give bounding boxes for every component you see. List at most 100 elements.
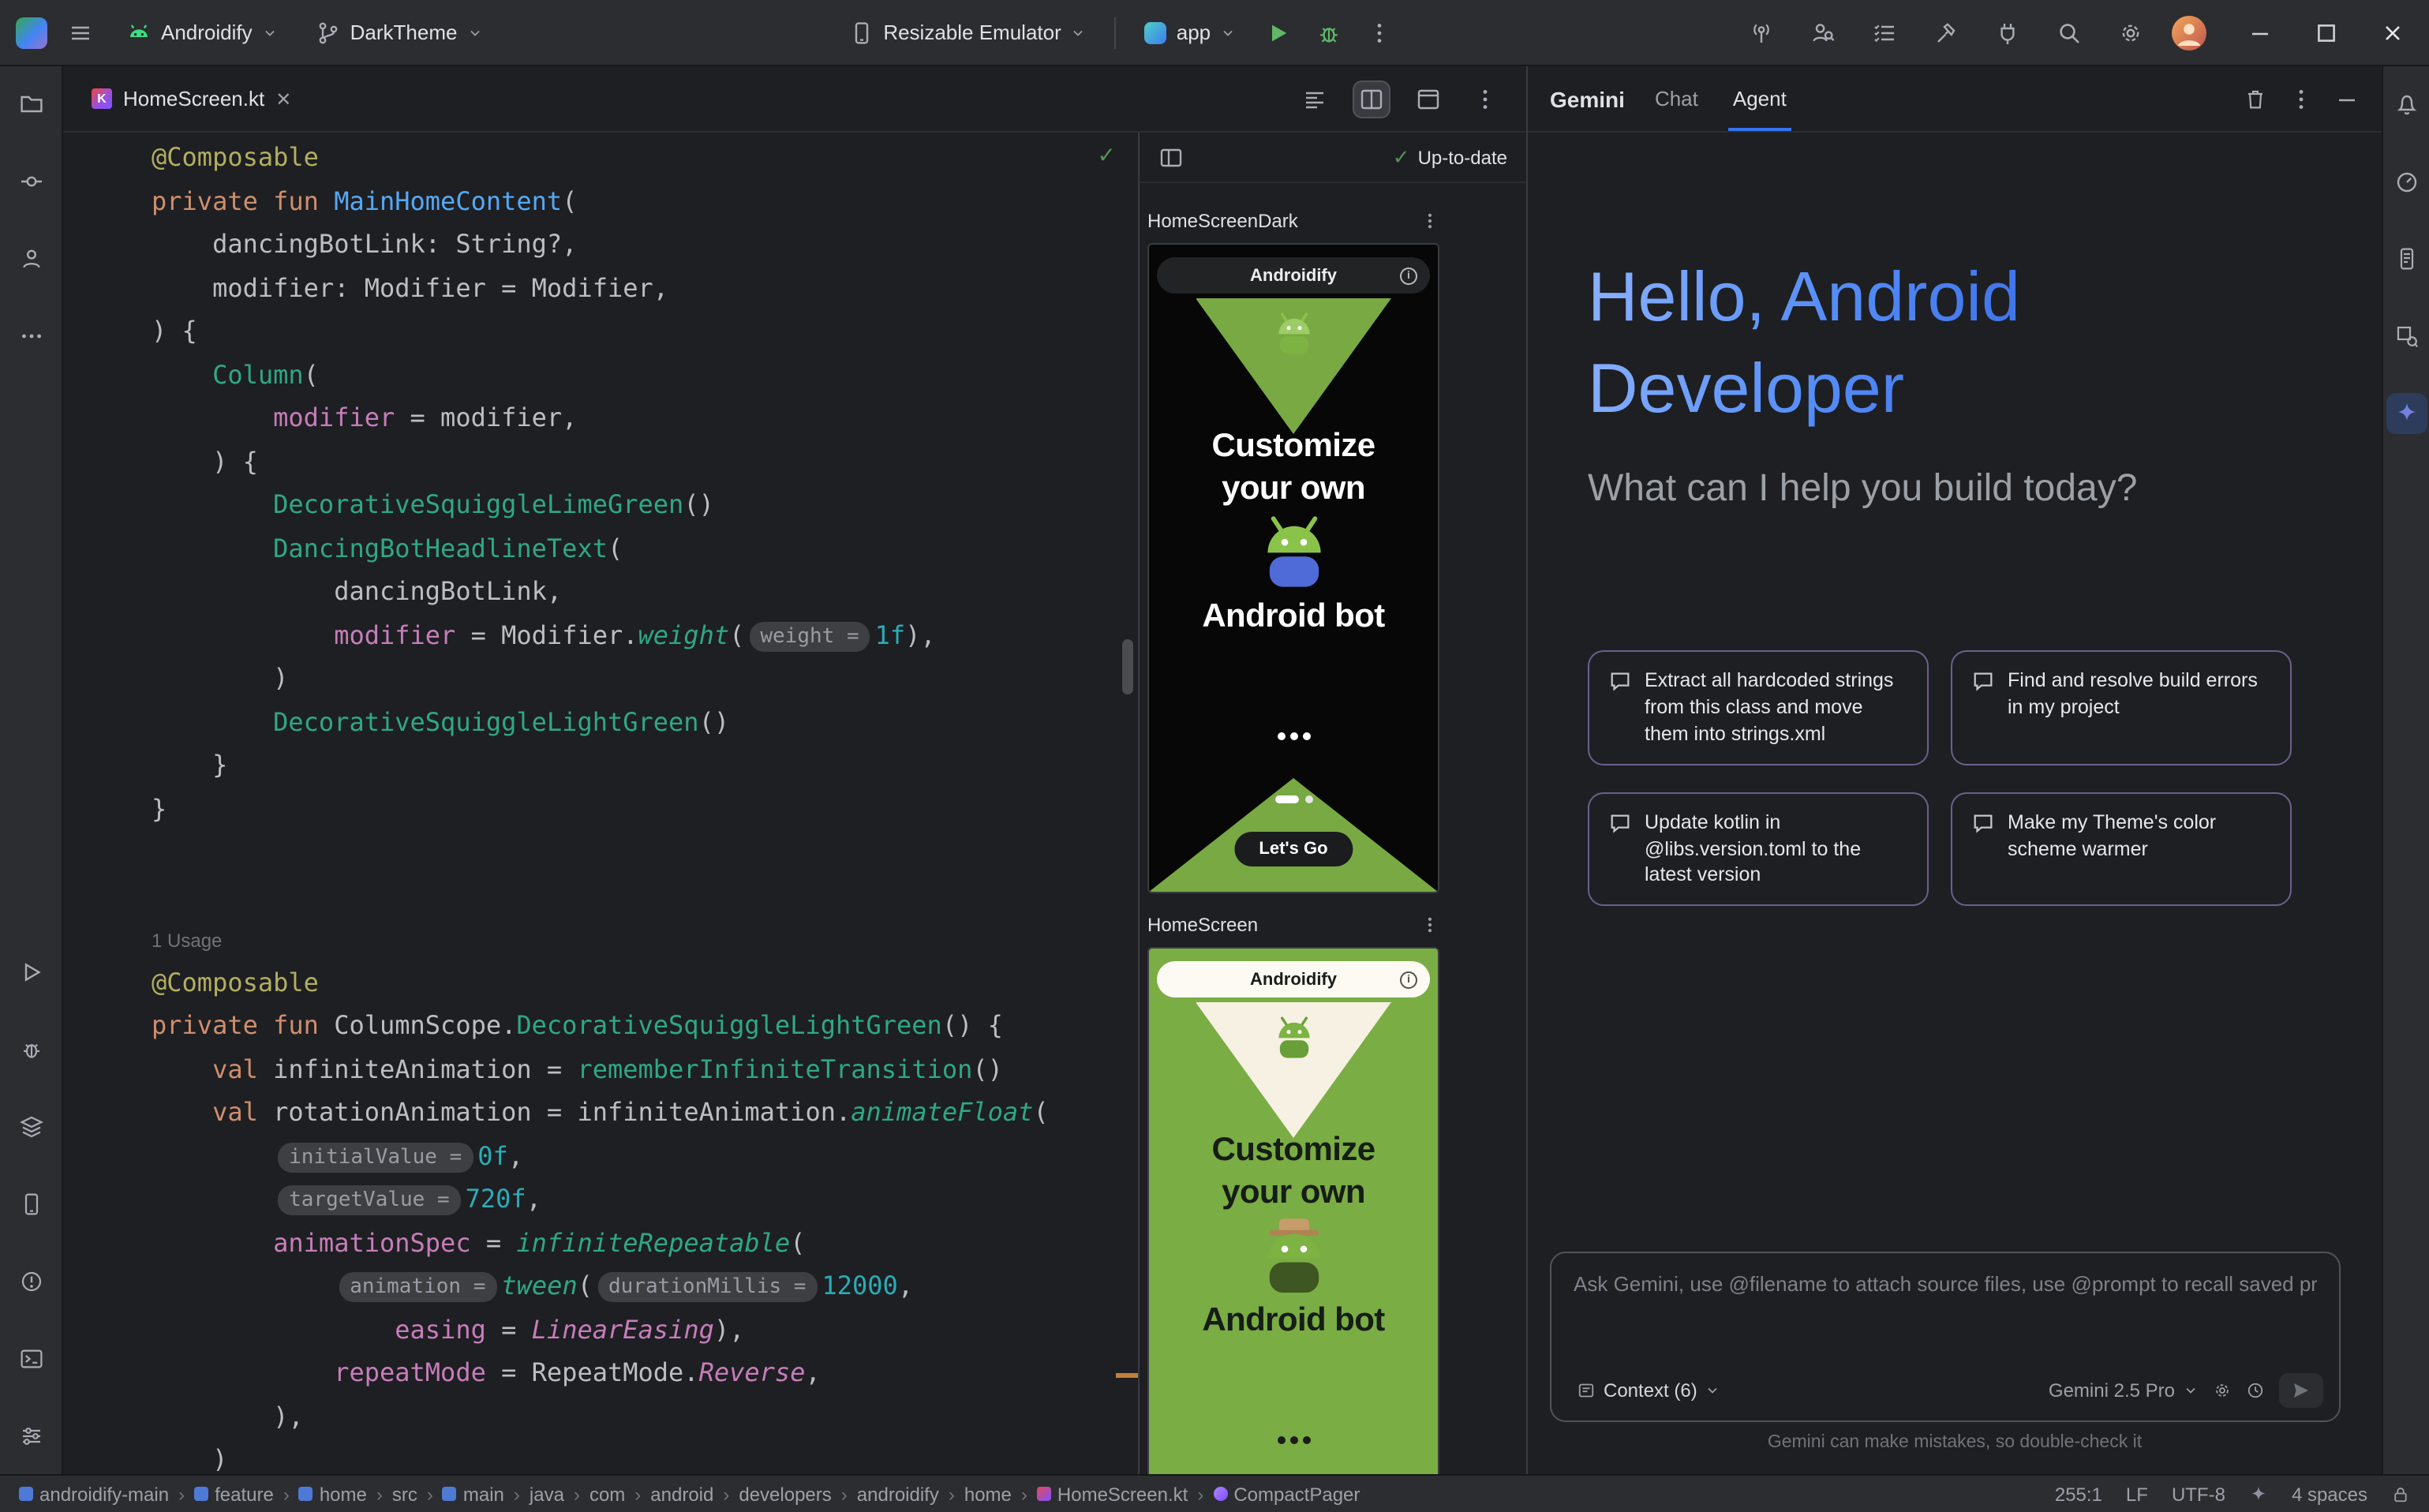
terminal-tool-button[interactable] xyxy=(10,1338,51,1379)
caret-position[interactable]: 255:1 xyxy=(2055,1483,2102,1505)
code-line[interactable]: ) xyxy=(152,657,1103,700)
profiler-tool-button[interactable] xyxy=(2386,161,2427,202)
layout-inspector-tool-button[interactable] xyxy=(2386,316,2427,357)
code-line[interactable]: Column( xyxy=(152,353,1103,396)
settings-button[interactable] xyxy=(2110,12,2151,53)
more-run-actions-button[interactable] xyxy=(1359,12,1400,53)
code-line[interactable]: dancingBotLink, xyxy=(152,570,1103,613)
trash-icon[interactable] xyxy=(2243,86,2268,111)
editor-options-button[interactable] xyxy=(1466,80,1504,118)
preview-homescreen[interactable]: Androidify Customize your own Android bo… xyxy=(1147,947,1439,1474)
send-button[interactable] xyxy=(2279,1373,2323,1408)
code-review-button[interactable] xyxy=(1802,12,1843,53)
code-line[interactable] xyxy=(152,830,1103,874)
device-explorer-tool-button[interactable] xyxy=(2386,238,2427,279)
code-line[interactable]: ) { xyxy=(152,309,1103,353)
editor-scrollbar[interactable] xyxy=(1122,639,1133,694)
code-line[interactable]: modifier = Modifier.weight(weight =1f), xyxy=(152,613,1103,657)
breadcrumb-item[interactable]: src xyxy=(392,1483,417,1505)
run-config-selector[interactable]: app xyxy=(1132,13,1248,52)
context-selector[interactable]: Context (6) xyxy=(1567,1375,1731,1406)
code-line[interactable]: DecorativeSquiggleLightGreen() xyxy=(152,700,1103,743)
lets-go-button[interactable]: Let's Go xyxy=(1233,832,1353,866)
breadcrumb-item[interactable]: developers xyxy=(739,1483,831,1505)
services-tool-button[interactable] xyxy=(10,1416,51,1457)
breadcrumb-item[interactable]: home xyxy=(299,1483,367,1505)
breadcrumb-item[interactable]: home xyxy=(964,1483,1012,1505)
maximize-button[interactable] xyxy=(2306,12,2347,53)
task-list-button[interactable] xyxy=(1864,12,1905,53)
preview-homescreendark[interactable]: Androidify Customize your own Android bo… xyxy=(1147,243,1439,893)
more-vert-icon[interactable] xyxy=(2289,86,2314,111)
breadcrumb-item[interactable]: main xyxy=(443,1483,504,1505)
code-line[interactable]: easing = LinearEasing), xyxy=(152,1308,1103,1351)
main-menu-button[interactable] xyxy=(60,12,101,53)
code-line[interactable]: animationSpec = infiniteRepeatable( xyxy=(152,1221,1103,1264)
notifications-button[interactable] xyxy=(2386,84,2427,125)
file-encoding[interactable]: UTF-8 xyxy=(2172,1483,2225,1505)
code-line[interactable]: } xyxy=(152,787,1103,830)
code-line[interactable]: ), xyxy=(152,1394,1103,1438)
ai-spark-icon[interactable] xyxy=(2249,1484,2268,1503)
device-manager-tool-button[interactable] xyxy=(10,1184,51,1225)
split-view-button[interactable] xyxy=(1353,80,1390,118)
suggestion-card-extract-strings[interactable]: Extract all hardcoded strings from this … xyxy=(1588,650,1929,765)
app-insights-tool-button[interactable] xyxy=(10,1029,51,1070)
user-avatar[interactable] xyxy=(2172,15,2206,50)
code-editor[interactable]: @Composableprivate fun MainHomeContent( … xyxy=(63,133,1138,1474)
run-button[interactable] xyxy=(1258,12,1299,53)
device-selector[interactable]: Resizable Emulator xyxy=(836,12,1098,53)
code-line[interactable]: @Composable xyxy=(152,136,1103,179)
indent-setting[interactable]: 4 spaces xyxy=(2292,1483,2367,1505)
model-selector[interactable]: Gemini 2.5 Pro xyxy=(2049,1379,2199,1402)
minimize-button[interactable] xyxy=(2240,12,2281,53)
code-line[interactable]: 1 Usage xyxy=(152,917,1103,960)
breadcrumb-item[interactable]: CompactPager xyxy=(1213,1483,1360,1505)
history-clock-icon[interactable] xyxy=(2246,1381,2265,1400)
build-variants-tool-button[interactable] xyxy=(10,1106,51,1147)
more-tool-windows-button[interactable] xyxy=(10,316,51,357)
commit-tool-button[interactable] xyxy=(10,161,51,202)
code-line[interactable]: modifier = modifier, xyxy=(152,396,1103,440)
suggestion-card-update-kotlin[interactable]: Update kotlin in @libs.version.toml to t… xyxy=(1588,792,1929,906)
code-line[interactable]: targetValue =720f, xyxy=(152,1177,1103,1221)
project-tool-button[interactable] xyxy=(10,84,51,125)
tab-agent[interactable]: Agent xyxy=(1728,66,1791,131)
line-separator[interactable]: LF xyxy=(2126,1483,2148,1505)
lock-icon[interactable] xyxy=(2391,1484,2410,1503)
gemini-tool-button[interactable] xyxy=(2386,393,2427,434)
build-tools-button[interactable] xyxy=(1926,12,1967,53)
code-line[interactable] xyxy=(152,874,1103,917)
suggestion-card-build-errors[interactable]: Find and resolve build errors in my proj… xyxy=(1951,650,2292,765)
tab-homescreen-kt[interactable]: HomeScreen.kt ✕ xyxy=(76,66,307,131)
tab-close-icon[interactable]: ✕ xyxy=(275,88,291,110)
code-line[interactable]: @Composable xyxy=(152,960,1103,1004)
tab-chat[interactable]: Chat xyxy=(1650,66,1703,131)
pull-requests-tool-button[interactable] xyxy=(10,238,51,279)
code-line[interactable]: val rotationAnimation = infiniteAnimatio… xyxy=(152,1091,1103,1134)
breadcrumb-item[interactable]: java xyxy=(530,1483,564,1505)
breadcrumb-item[interactable]: feature xyxy=(194,1483,274,1505)
debug-button[interactable] xyxy=(1308,12,1349,53)
code-line[interactable]: ) { xyxy=(152,440,1103,483)
project-widget[interactable]: Androidify xyxy=(114,12,290,53)
code-line[interactable]: initialValue =0f, xyxy=(152,1134,1103,1177)
code-line[interactable]: private fun ColumnScope.DecorativeSquigg… xyxy=(152,1004,1103,1047)
device-streaming-button[interactable] xyxy=(1741,12,1782,53)
code-line[interactable]: animation =tween(durationMillis =12000, xyxy=(152,1264,1103,1308)
vcs-branch-widget[interactable]: DarkTheme xyxy=(303,12,496,53)
code-line[interactable]: modifier: Modifier = Modifier, xyxy=(152,266,1103,309)
breadcrumb-item[interactable]: androidify-main xyxy=(19,1483,169,1505)
code-line[interactable]: private fun MainHomeContent( xyxy=(152,179,1103,223)
plugin-button[interactable] xyxy=(1987,12,2028,53)
breadcrumb-item[interactable]: androidify xyxy=(857,1483,939,1505)
problems-tool-button[interactable] xyxy=(10,1261,51,1302)
code-view-button[interactable] xyxy=(1296,80,1334,118)
prompt-settings-gear-icon[interactable] xyxy=(2213,1381,2232,1400)
breadcrumb-item[interactable]: android xyxy=(650,1483,713,1505)
preview-layout-icon[interactable] xyxy=(1158,144,1184,170)
code-line[interactable]: val infiniteAnimation = rememberInfinite… xyxy=(152,1047,1103,1091)
code-line[interactable]: } xyxy=(152,743,1103,787)
code-line[interactable]: dancingBotLink: String?, xyxy=(152,223,1103,266)
breadcrumb-item[interactable]: HomeScreen.kt xyxy=(1037,1483,1188,1505)
